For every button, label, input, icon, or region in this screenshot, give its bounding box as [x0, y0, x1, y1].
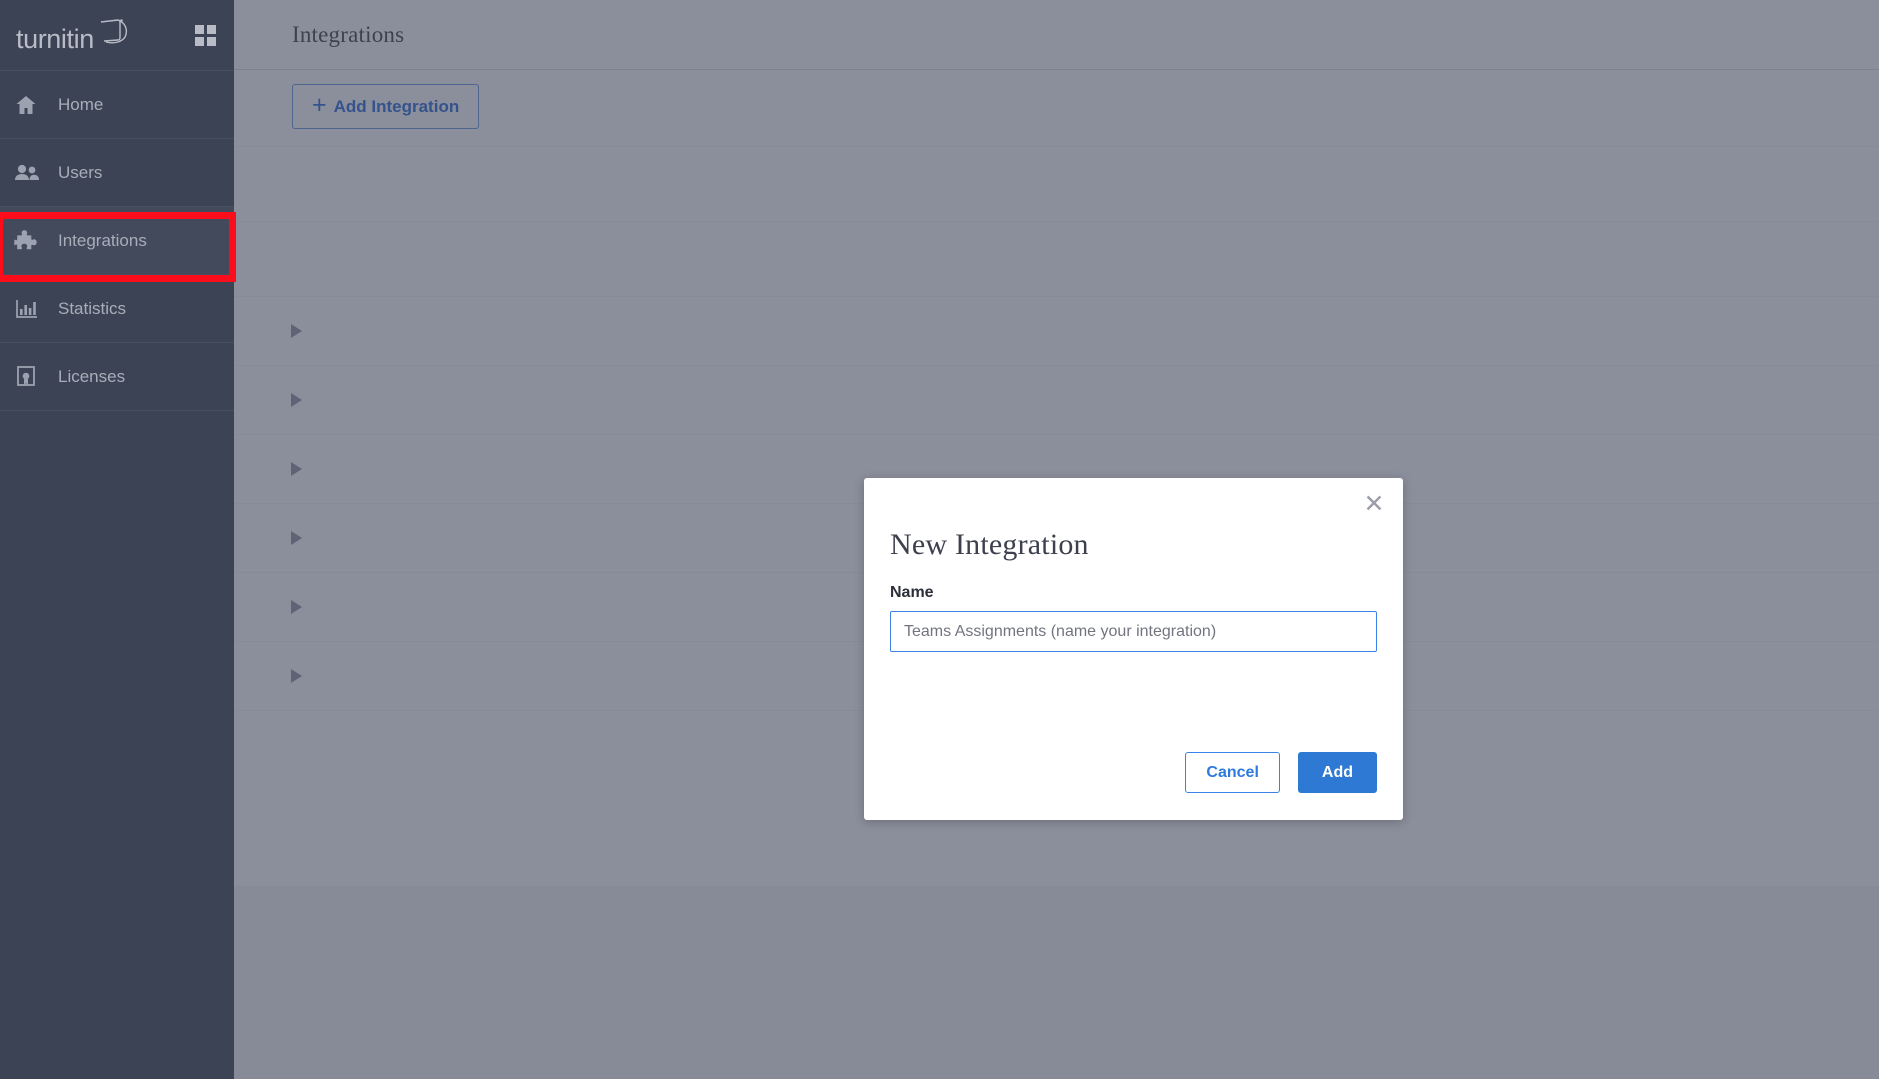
brand-header: turnitin — [0, 0, 234, 70]
page-title: Integrations — [292, 21, 405, 47]
caret-right-icon[interactable] — [291, 531, 302, 545]
table-row[interactable] — [234, 365, 1879, 434]
caret-right-icon[interactable] — [291, 669, 302, 683]
sidebar: turnitin Home Users Integrations Statist… — [0, 0, 236, 1079]
puzzle-piece-icon — [14, 228, 54, 253]
plus-icon: + — [312, 91, 327, 119]
table-row[interactable] — [234, 296, 1879, 365]
users-icon — [14, 161, 54, 185]
sidebar-item-integrations[interactable]: Integrations — [0, 207, 234, 275]
add-integration-label: Add Integration — [333, 96, 460, 116]
caret-right-icon[interactable] — [291, 393, 302, 407]
integration-name-input[interactable] — [890, 611, 1377, 652]
cancel-button[interactable]: Cancel — [1185, 752, 1280, 793]
toolbar: + Add Integration — [234, 70, 1879, 129]
page-background-footer — [234, 886, 1879, 1079]
sidebar-item-label: Users — [58, 162, 103, 182]
grid-cell — [207, 24, 216, 34]
sidebar-item-label: Statistics — [58, 298, 127, 318]
name-field-wrap — [864, 602, 1403, 652]
sidebar-nav: Home Users Integrations Statistics Licen… — [0, 70, 234, 411]
grid-apps-icon[interactable] — [195, 24, 216, 46]
add-button[interactable]: Add — [1297, 752, 1377, 793]
table-row[interactable] — [234, 221, 1879, 296]
close-icon[interactable]: ✕ — [1359, 489, 1389, 519]
certificate-icon — [14, 364, 54, 389]
table-row[interactable] — [234, 146, 1879, 221]
brand-name: turnitin — [16, 24, 94, 54]
bar-chart-icon — [14, 297, 54, 321]
grid-cell — [195, 36, 204, 46]
name-field-label: Name — [890, 584, 934, 601]
home-icon — [14, 93, 54, 117]
caret-right-icon[interactable] — [291, 462, 302, 476]
sidebar-item-label: Home — [58, 94, 104, 114]
new-integration-dialog: ✕ New Integration Name Cancel Add — [864, 478, 1403, 820]
page-header: Integrations — [234, 0, 1879, 70]
dialog-actions: Cancel Add — [1185, 752, 1377, 793]
dialog-title: New Integration — [890, 528, 1089, 561]
turnitin-logo[interactable]: turnitin — [16, 17, 129, 53]
caret-right-icon[interactable] — [291, 600, 302, 614]
sidebar-item-users[interactable]: Users — [0, 139, 234, 207]
sidebar-item-label: Licenses — [58, 366, 126, 386]
sidebar-item-licenses[interactable]: Licenses — [0, 343, 234, 411]
caret-right-icon[interactable] — [291, 324, 302, 338]
turnitin-swoosh-icon — [95, 17, 129, 52]
sidebar-item-label: Integrations — [58, 230, 147, 250]
sidebar-item-statistics[interactable]: Statistics — [0, 275, 234, 343]
grid-cell — [207, 36, 216, 46]
sidebar-item-home[interactable]: Home — [0, 71, 234, 139]
grid-cell — [195, 24, 204, 34]
add-integration-button[interactable]: + Add Integration — [292, 84, 480, 129]
